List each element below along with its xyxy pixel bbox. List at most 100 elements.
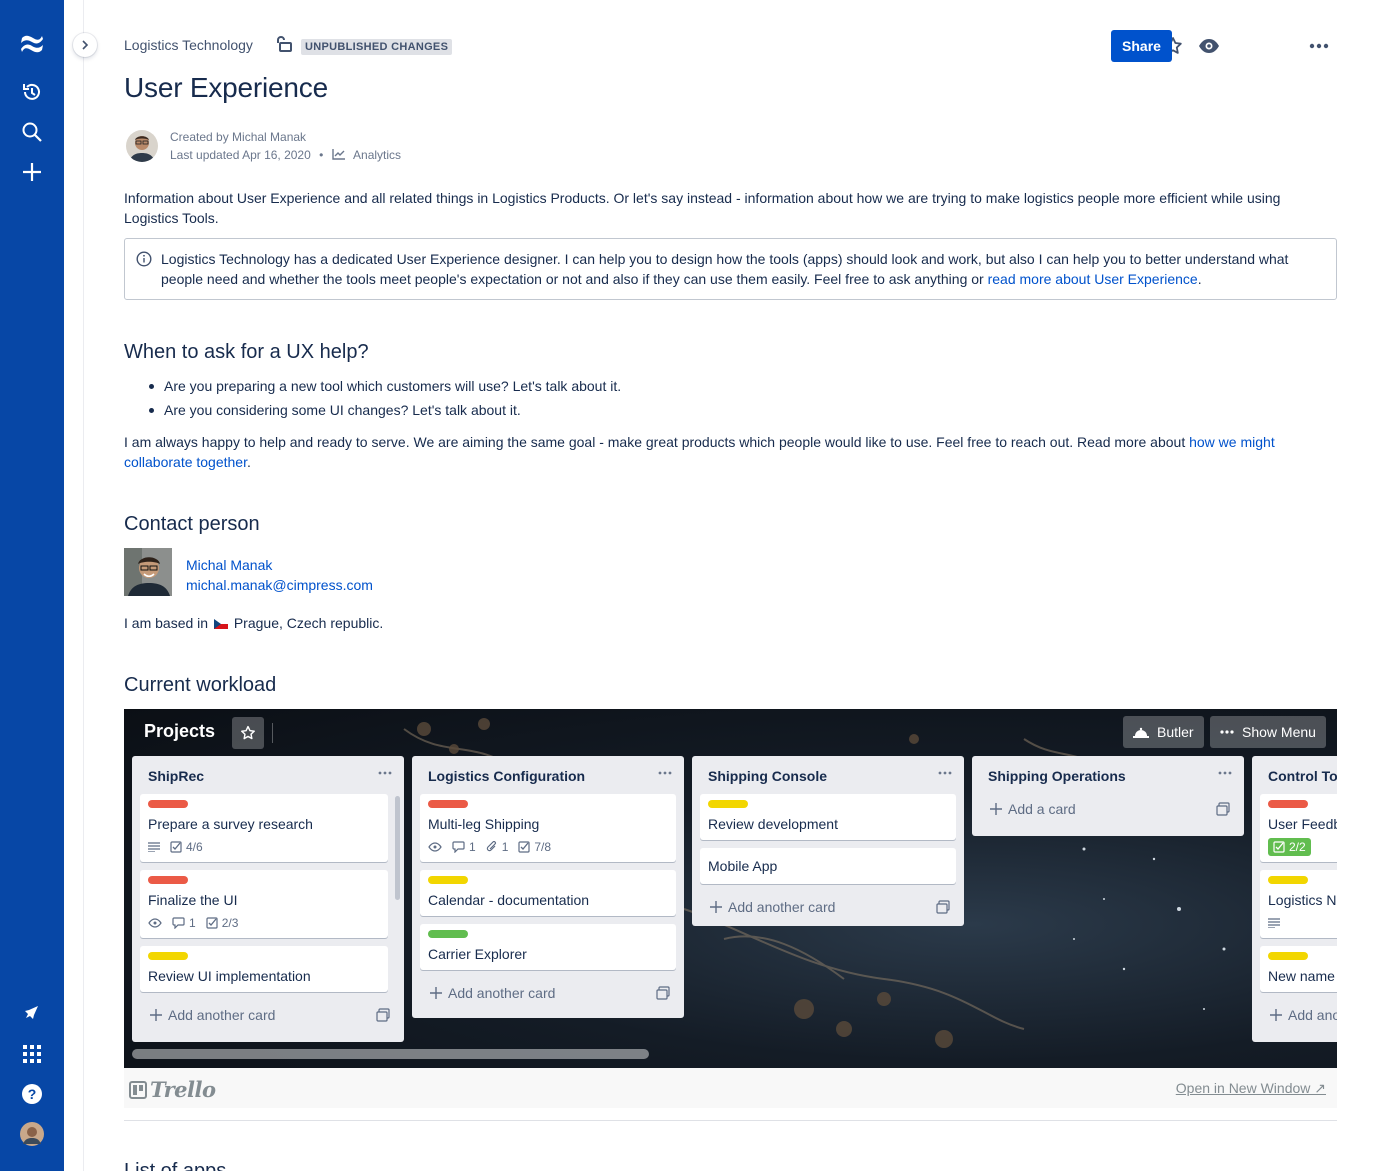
- list-menu-icon[interactable]: [1218, 766, 1232, 780]
- feedback-icon[interactable]: [12, 994, 52, 1034]
- workload-heading: Current workload: [124, 674, 277, 696]
- expand-sidebar-button[interactable]: [73, 33, 97, 57]
- list-item: Are you considering some UI changes? Let…: [124, 400, 621, 420]
- butler-button[interactable]: Butler: [1123, 716, 1204, 748]
- trello-wordmark: Trello: [150, 1077, 216, 1102]
- card-title: New name: [1268, 968, 1335, 984]
- recent-icon[interactable]: [12, 72, 52, 112]
- created-by: Created by Michal Manak: [170, 130, 307, 144]
- list-title[interactable]: ShipRec: [148, 768, 204, 784]
- checklist-complete-badge: 2/2: [1268, 838, 1311, 856]
- create-icon[interactable]: [12, 152, 52, 192]
- card-template-icon[interactable]: [656, 986, 670, 1000]
- card-title: Finalize the UI: [148, 892, 238, 908]
- trello-card[interactable]: Multi-leg Shipping 1 1 7/8: [420, 794, 676, 862]
- trello-card[interactable]: Review development: [700, 794, 956, 840]
- show-menu-button[interactable]: Show Menu: [1210, 716, 1326, 748]
- trello-logo[interactable]: Trello: [129, 1077, 216, 1102]
- card-label: [428, 800, 468, 808]
- card-title: Multi-leg Shipping: [428, 816, 540, 832]
- add-another-card-button[interactable]: Add another card: [1260, 1000, 1337, 1030]
- contact-heading: Contact person: [124, 513, 260, 535]
- trello-logo-icon: [129, 1080, 147, 1099]
- toolbar-divider: [272, 723, 273, 743]
- board-star-button[interactable]: [232, 717, 264, 749]
- add-another-card-button[interactable]: Add another card: [700, 892, 956, 922]
- intro-paragraph: Information about User Experience and al…: [124, 190, 1281, 226]
- checklist-badge: 2/3: [206, 916, 238, 930]
- add-another-card-button[interactable]: Add another card: [420, 978, 676, 1008]
- star-icon: [241, 725, 255, 740]
- watch-icon: [428, 842, 442, 852]
- open-in-new-window-link[interactable]: Open in New Window ↗: [1176, 1080, 1326, 1097]
- list-scrollbar[interactable]: [395, 796, 400, 900]
- trello-card[interactable]: Finalize the UI 1 2/3: [140, 870, 388, 938]
- last-updated: Last updated Apr 16, 2020: [170, 148, 311, 162]
- collaborate-end: .: [246, 454, 251, 470]
- trello-list: Shipping Console Review development Mobi…: [692, 756, 964, 926]
- read-more-ux-link[interactable]: read more about User Experience: [988, 271, 1198, 287]
- watch-icon[interactable]: [1193, 30, 1225, 62]
- list-title[interactable]: Control Tower: [1268, 768, 1337, 784]
- search-icon[interactable]: [12, 112, 52, 152]
- add-card-button[interactable]: Add a card: [980, 794, 1236, 824]
- contact-email-link[interactable]: michal.manak@cimpress.com: [186, 577, 373, 593]
- trello-card[interactable]: Mobile App: [700, 848, 956, 884]
- trello-list: Logistics Configuration Multi-leg Shippi…: [412, 756, 684, 1018]
- show-menu-label: Show Menu: [1242, 724, 1316, 740]
- trello-card[interactable]: Prepare a survey research 4/6: [140, 794, 388, 862]
- card-label: [148, 952, 188, 960]
- attachments-badge: 1: [486, 840, 508, 854]
- list-title[interactable]: Logistics Configuration: [428, 768, 585, 784]
- analytics-icon: [331, 149, 345, 160]
- list-of-apps-heading: List of apps: [124, 1160, 227, 1171]
- app-switcher-icon[interactable]: [12, 1034, 52, 1074]
- card-label: [1268, 952, 1308, 960]
- list-menu-icon[interactable]: [658, 766, 672, 780]
- checklist-badge: 4/6: [170, 840, 203, 854]
- trello-list: Shipping Operations Add a card: [972, 756, 1244, 836]
- analytics-link[interactable]: Analytics: [353, 148, 401, 162]
- more-icon: [1220, 730, 1234, 734]
- share-button[interactable]: Share: [1111, 30, 1172, 62]
- list-menu-icon[interactable]: [378, 766, 392, 780]
- card-label: [428, 876, 468, 884]
- card-template-icon[interactable]: [376, 1008, 390, 1022]
- card-template-icon[interactable]: [936, 900, 950, 914]
- add-another-card-button[interactable]: Add another card: [140, 1000, 396, 1030]
- contact-name-link[interactable]: Michal Manak: [186, 557, 272, 573]
- butler-icon: [1133, 727, 1149, 738]
- trello-card[interactable]: Logistics Network: [1260, 870, 1337, 938]
- list-menu-icon[interactable]: [938, 766, 952, 780]
- card-title: Logistics Network: [1268, 892, 1337, 908]
- list-title[interactable]: Shipping Operations: [988, 768, 1126, 784]
- trello-card[interactable]: Carrier Explorer: [420, 924, 676, 970]
- trello-card[interactable]: Review UI implementation: [140, 946, 388, 992]
- checklist-badge: 7/8: [518, 840, 551, 854]
- card-template-icon[interactable]: [1216, 802, 1230, 816]
- contact-photo: [124, 548, 172, 596]
- help-icon[interactable]: ?: [12, 1074, 52, 1114]
- profile-avatar[interactable]: [12, 1114, 52, 1154]
- card-label: [148, 876, 188, 884]
- trello-card[interactable]: User Feedback 2/2: [1260, 794, 1337, 862]
- butler-label: Butler: [1157, 724, 1194, 740]
- trello-card[interactable]: Calendar - documentation: [420, 870, 676, 916]
- card-title: Prepare a survey research: [148, 816, 313, 832]
- author-avatar[interactable]: [126, 130, 158, 162]
- plus-icon: [1270, 1009, 1282, 1021]
- card-title: Review development: [708, 816, 838, 832]
- trello-card[interactable]: New name: [1260, 946, 1337, 992]
- more-actions-icon[interactable]: [1303, 30, 1335, 62]
- list-title[interactable]: Shipping Console: [708, 768, 827, 784]
- board-title[interactable]: Projects: [144, 721, 215, 742]
- card-title: Calendar - documentation: [428, 892, 590, 908]
- description-icon: [148, 842, 160, 852]
- board-horizontal-scrollbar[interactable]: [132, 1049, 649, 1059]
- global-nav: ?: [0, 0, 64, 1171]
- chevron-right-icon: [82, 40, 89, 50]
- comments-badge: 1: [172, 916, 196, 930]
- page-toolbar: Share: [124, 30, 1337, 62]
- confluence-logo-icon[interactable]: [12, 24, 52, 64]
- card-title: Carrier Explorer: [428, 946, 527, 962]
